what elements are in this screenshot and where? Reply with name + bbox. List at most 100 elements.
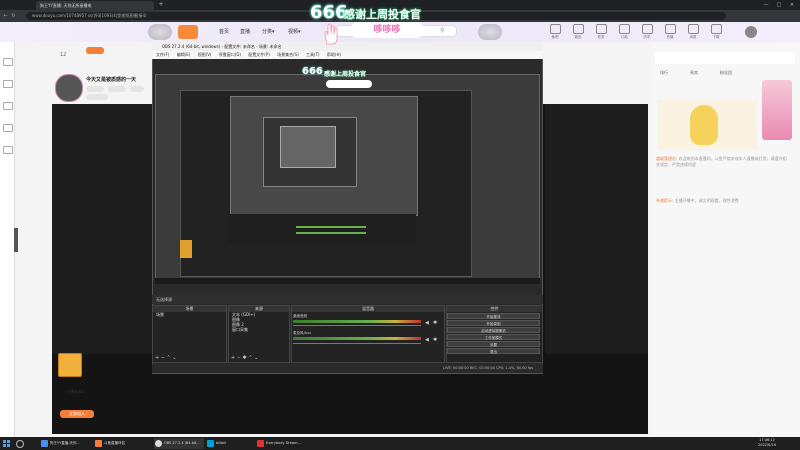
sidebar-video-icon[interactable] bbox=[3, 124, 13, 132]
preview-nested-mixer bbox=[228, 214, 416, 244]
search-icon[interactable] bbox=[16, 440, 24, 448]
tab-rank[interactable]: 排行 bbox=[660, 70, 668, 76]
menu-tools[interactable]: 工具(T) bbox=[306, 52, 320, 57]
duck-mascot-icon bbox=[690, 105, 718, 145]
user-avatar[interactable] bbox=[745, 26, 757, 38]
task-icon[interactable]: 任务 bbox=[591, 24, 611, 40]
desktop-audio-slider[interactable] bbox=[293, 325, 421, 326]
mic-audio-slider[interactable] bbox=[293, 343, 421, 344]
join-button[interactable]: 立即加入 bbox=[60, 410, 94, 418]
download-icon[interactable]: 下载 bbox=[706, 24, 726, 40]
gear-icon[interactable]: ✱ bbox=[433, 337, 437, 343]
preview-nested-screen bbox=[280, 126, 336, 168]
exit-button[interactable]: 退出 bbox=[447, 348, 540, 354]
streamer-avatar[interactable] bbox=[55, 74, 83, 102]
menu-scene-collection[interactable]: 场景集合(S) bbox=[277, 52, 299, 57]
streamer-tag[interactable] bbox=[130, 86, 144, 92]
streamer-tag[interactable] bbox=[86, 94, 108, 100]
recharge-icon[interactable]: 充值 bbox=[660, 24, 680, 40]
chat-message: 超级管理员: 欢迎来到本直播间，斗鱼严禁未成年人直播或打赏，请遵守相关规定，严禁… bbox=[656, 156, 787, 167]
speaker-icon[interactable]: ◀ bbox=[425, 320, 429, 326]
hand-icon bbox=[322, 22, 340, 46]
tab-fans[interactable]: 粉丝团 bbox=[720, 70, 732, 76]
wallet-icon[interactable]: 钱包 bbox=[568, 24, 588, 40]
sidebar-collapse-handle[interactable] bbox=[14, 228, 18, 252]
menu-docks[interactable]: 停靠窗口(D) bbox=[219, 52, 241, 57]
sidebar-category-icon[interactable] bbox=[3, 102, 13, 110]
source-item[interactable]: 窗口采集 bbox=[229, 327, 289, 332]
dock-title: 控件 bbox=[447, 306, 542, 312]
rank-header bbox=[655, 52, 795, 64]
nav-category[interactable]: 分类▾ bbox=[262, 28, 275, 35]
search-icon[interactable]: ⚲ bbox=[440, 27, 444, 34]
promo-ad[interactable] bbox=[762, 80, 792, 140]
taskbar-item-bilibili[interactable]: bilibili bbox=[206, 438, 254, 449]
menu-profile[interactable]: 配置文件(P) bbox=[248, 52, 270, 57]
gift-label: 主播勋章2 bbox=[66, 389, 85, 394]
player-right-area bbox=[545, 104, 648, 354]
subscribe-icon[interactable]: 订阅 bbox=[614, 24, 634, 40]
mixer-track-label: 麦克风/Aux bbox=[293, 331, 312, 335]
event-badge-icon[interactable] bbox=[148, 24, 172, 40]
player-left-area bbox=[52, 104, 152, 354]
taskbar-item-browser[interactable]: 狗王YY直播-天你... bbox=[40, 438, 92, 449]
nav-live[interactable]: 直播 bbox=[240, 28, 250, 35]
sidebar-game-icon[interactable] bbox=[3, 146, 13, 154]
obs-status-bar: LIVE: 00:00:00 REC: 00:00:00 CPU: 1.4%, … bbox=[152, 364, 543, 373]
preview-meter bbox=[296, 226, 366, 228]
event-badge-right-icon[interactable] bbox=[478, 24, 502, 40]
sidebar-follow-icon[interactable] bbox=[3, 80, 13, 88]
scene-item[interactable]: 场景 bbox=[153, 312, 226, 317]
close-button[interactable]: ✕ bbox=[786, 0, 798, 10]
nav-home[interactable]: 首页 bbox=[219, 28, 229, 35]
start-recording-button[interactable]: 开始录制 bbox=[447, 320, 540, 326]
studio-mode-button[interactable]: 工作室模式 bbox=[447, 334, 540, 340]
menu-view[interactable]: 视图(V) bbox=[198, 52, 212, 57]
overlay-bubble: 哆哆哆 bbox=[350, 22, 424, 38]
preview-taskbar bbox=[155, 278, 540, 284]
streamer-tag[interactable] bbox=[86, 86, 104, 92]
settings-button[interactable]: 设置 bbox=[447, 341, 540, 347]
start-streaming-button[interactable]: 开始推流 bbox=[447, 313, 540, 319]
menu-help[interactable]: 帮助(H) bbox=[327, 52, 341, 57]
taskbar-item-music[interactable]: Everybody Dream... bbox=[256, 438, 308, 449]
overlay-text-nested: 感谢上周投食官 bbox=[324, 71, 367, 78]
mixer-track-label: 桌面音频 bbox=[293, 314, 307, 318]
message-icon[interactable]: 消息 bbox=[683, 24, 703, 40]
menu-file[interactable]: 文件(F) bbox=[156, 52, 169, 57]
taskbar-clock[interactable]: 17:46:12 2022/6/16 bbox=[758, 438, 776, 448]
preview-gift-icon bbox=[180, 240, 192, 258]
nav-video[interactable]: 视频▾ bbox=[288, 28, 301, 35]
preview-meter bbox=[296, 232, 366, 234]
browser-tab[interactable]: 狗王YY直播: 天你无所接播电 bbox=[36, 1, 154, 10]
new-tab-button[interactable]: + bbox=[157, 1, 165, 9]
streamer-tag[interactable] bbox=[108, 86, 126, 92]
refresh-icon[interactable]: ↻ bbox=[10, 12, 17, 20]
taskbar-item-douyu[interactable]: 斗鱼直播伴侣 bbox=[94, 438, 150, 449]
live-badge bbox=[86, 47, 104, 54]
taskbar-item-obs[interactable]: OBS 27.2.4 (64-bit,... bbox=[154, 438, 204, 449]
obs-title-bar: OBS 27.2.4 (64-bit, windows) - 配置文件: 未命名… bbox=[152, 42, 543, 51]
tab-vip[interactable]: 贵宾 bbox=[690, 70, 698, 76]
gear-icon[interactable]: ✱ bbox=[433, 320, 437, 326]
add-source-icon[interactable]: + − ✱ ⌃ ⌄ bbox=[231, 355, 258, 361]
add-scene-icon[interactable]: + − ⌃ ⌄ bbox=[155, 355, 177, 361]
virtual-camera-button[interactable]: 启动虚拟摄像机 bbox=[447, 327, 540, 333]
minimize-button[interactable]: — bbox=[760, 0, 772, 10]
history-icon[interactable]: 历史 bbox=[637, 24, 657, 40]
sidebar-home-icon[interactable] bbox=[3, 58, 13, 66]
obs-source-toolbar: 无选择源 bbox=[152, 295, 543, 304]
back-icon[interactable]: ← bbox=[2, 12, 9, 20]
speaker-icon[interactable]: ◀ bbox=[425, 337, 429, 343]
windows-start-icon[interactable] bbox=[3, 440, 11, 448]
menu-edit[interactable]: 编辑(E) bbox=[177, 52, 191, 57]
obs-menu-bar: 文件(F) 编辑(E) 视图(V) 停靠窗口(D) 配置文件(P) 场景集合(S… bbox=[152, 51, 543, 59]
site-logo[interactable] bbox=[178, 25, 198, 39]
overlay-number-nested: 666 bbox=[302, 66, 323, 77]
mixer-dock: 混音器 bbox=[291, 305, 445, 363]
overlay-number: 666 bbox=[310, 2, 348, 23]
gift-badge-icon[interactable] bbox=[58, 353, 82, 377]
mic-audio-meter bbox=[293, 337, 421, 340]
maximize-button[interactable]: □ bbox=[773, 0, 785, 10]
yuba-icon[interactable]: 鱼吧 bbox=[545, 24, 565, 40]
